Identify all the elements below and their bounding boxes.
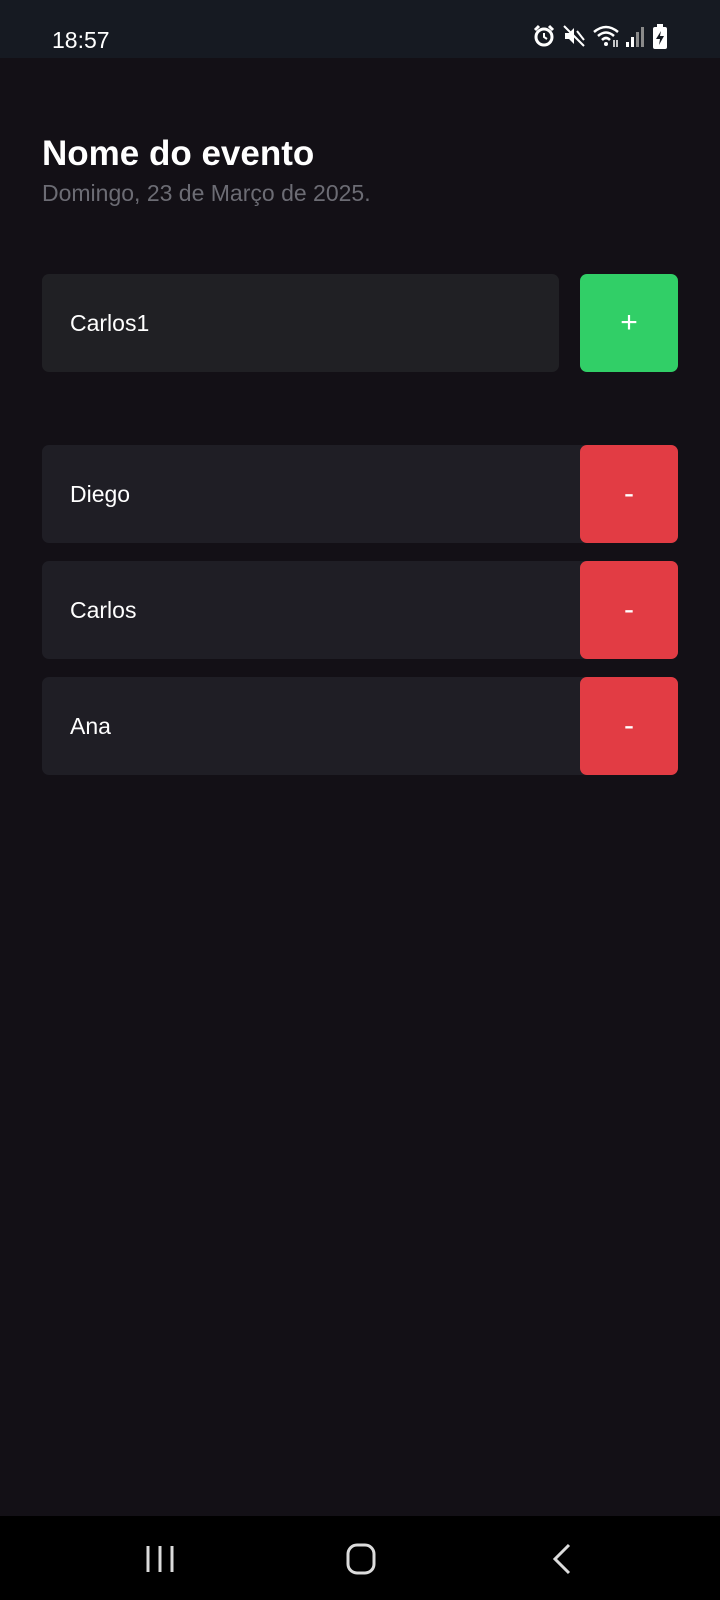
participant-name: Carlos (70, 597, 137, 623)
event-title: Nome do evento (42, 134, 315, 173)
participant-name: Diego (70, 481, 131, 507)
event-screen: Nome do evento Domingo, 23 de Março de 2… (0, 58, 720, 1516)
remove-participant-button[interactable]: - (580, 561, 678, 659)
participant-card: Diego - (42, 445, 678, 543)
wifi-icon (593, 25, 619, 47)
signal-icon (626, 27, 644, 47)
remove-participant-button[interactable]: - (580, 677, 678, 775)
participant-card: Carlos - (42, 561, 678, 659)
participant-name-input[interactable] (42, 274, 559, 372)
participant-card: Ana - (42, 677, 678, 775)
remove-participant-button[interactable]: - (580, 445, 678, 543)
mute-icon (563, 25, 585, 47)
home-icon[interactable] (341, 1542, 381, 1576)
recent-apps-icon[interactable] (140, 1542, 180, 1576)
back-icon[interactable] (543, 1542, 583, 1576)
status-bar: 18:57 (0, 0, 720, 58)
battery-charging-icon (653, 24, 667, 49)
minus-icon: - (624, 593, 634, 626)
alarm-icon (533, 24, 555, 47)
event-date: Domingo, 23 de Março de 2025. (42, 180, 371, 206)
minus-icon: - (624, 709, 634, 742)
minus-icon: - (624, 477, 634, 510)
status-icons (0, 24, 720, 56)
system-nav-bar (0, 1516, 720, 1600)
add-participant-button[interactable]: + (580, 274, 678, 372)
plus-icon: + (620, 306, 638, 339)
participant-name: Ana (70, 713, 111, 739)
